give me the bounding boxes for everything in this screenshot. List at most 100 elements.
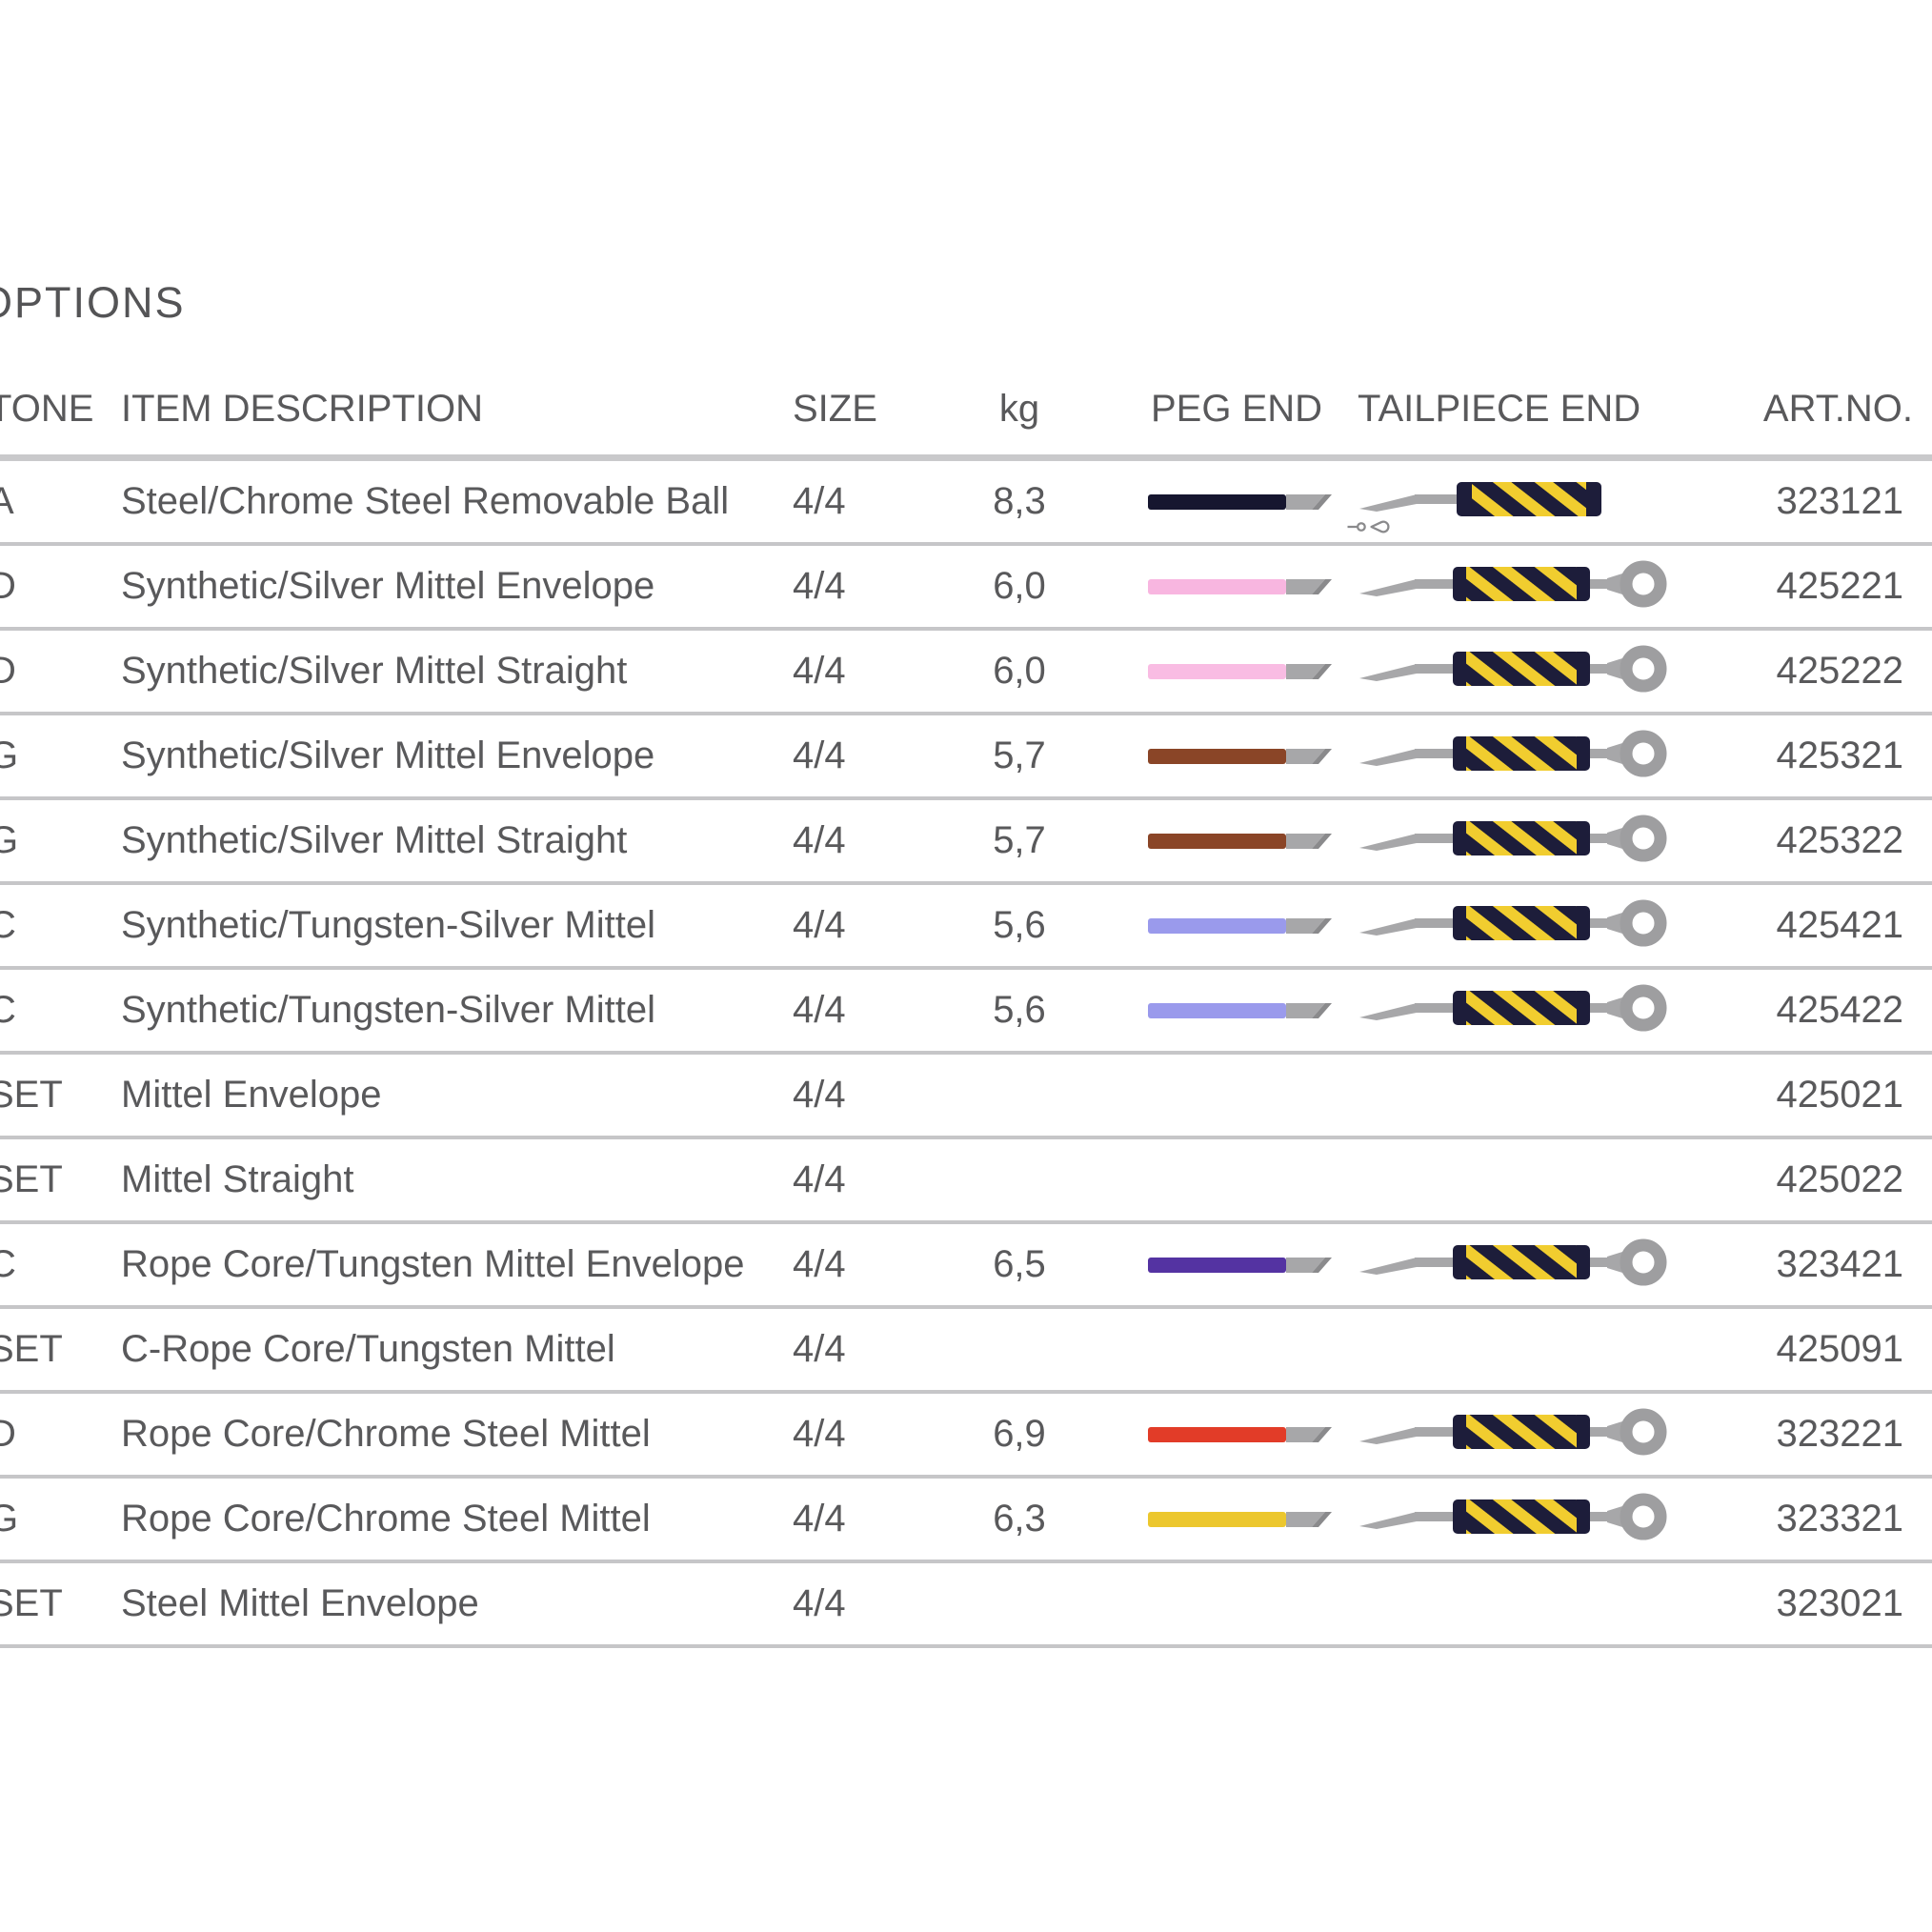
peg-end-string-icon	[1148, 631, 1334, 712]
art-no-cell: 425091	[1777, 1309, 1903, 1390]
kg-cell: 6,5	[972, 1224, 1067, 1305]
item-description-cell: C-Rope Core/Tungsten Mittel	[121, 1309, 615, 1390]
tailpiece-end-string-icon	[1358, 1394, 1668, 1475]
tailpiece-end-string-icon	[1358, 715, 1668, 796]
size-cell: 4/4	[793, 1139, 846, 1220]
kg-cell: 5,7	[972, 715, 1067, 796]
table-row: SET Mittel Straight 4/4 425022	[0, 1139, 1932, 1224]
kg-cell: 8,3	[972, 461, 1067, 542]
tone-cell: G	[0, 715, 18, 796]
peg-end-string-icon	[1148, 1055, 1334, 1136]
header-tone: TONE	[0, 385, 93, 433]
peg-end-string-icon	[1148, 1394, 1334, 1475]
tone-cell: SET	[0, 1309, 63, 1390]
tone-cell: SET	[0, 1055, 63, 1136]
size-cell: 4/4	[793, 546, 846, 627]
tone-cell: C	[0, 885, 16, 966]
table-row: G Synthetic/Silver Mittel Straight 4/4 5…	[0, 800, 1932, 885]
tone-cell: C	[0, 1224, 16, 1305]
tailpiece-end-string-icon	[1358, 970, 1668, 1051]
page-title: OPTIONS	[0, 278, 186, 328]
table-body: A Steel/Chrome Steel Removable Ball 4/4 …	[0, 461, 1932, 1648]
table-row: D Rope Core/Chrome Steel Mittel 4/4 6,9 …	[0, 1394, 1932, 1479]
kg-cell	[972, 1563, 1067, 1644]
tone-cell: D	[0, 546, 16, 627]
header-size: SIZE	[793, 385, 877, 433]
table-row: SET Mittel Envelope 4/4 425021	[0, 1055, 1932, 1139]
size-cell: 4/4	[793, 1479, 846, 1560]
tailpiece-end-string-icon	[1358, 1139, 1668, 1220]
kg-cell: 5,6	[972, 885, 1067, 966]
peg-end-string-icon	[1148, 1224, 1334, 1305]
size-cell: 4/4	[793, 970, 846, 1051]
table-row: C Synthetic/Tungsten-Silver Mittel 4/4 5…	[0, 970, 1932, 1055]
item-description-cell: Synthetic/Silver Mittel Straight	[121, 800, 627, 881]
tone-cell: D	[0, 1394, 16, 1475]
removable-ball-icon	[1346, 688, 1394, 705]
size-cell: 4/4	[793, 800, 846, 881]
tailpiece-end-string-icon	[1358, 1055, 1668, 1136]
removable-ball-icon	[1346, 773, 1394, 790]
tailpiece-end-string-icon	[1358, 800, 1668, 881]
peg-end-string-icon	[1148, 715, 1334, 796]
tone-cell: C	[0, 970, 16, 1051]
tailpiece-end-string-icon	[1358, 1309, 1668, 1390]
tone-cell: SET	[0, 1563, 63, 1644]
art-no-cell: 425222	[1777, 631, 1903, 712]
removable-ball-icon	[1346, 1366, 1394, 1383]
item-description-cell: Synthetic/Silver Mittel Envelope	[121, 546, 654, 627]
item-description-cell: Rope Core/Chrome Steel Mittel	[121, 1394, 651, 1475]
size-cell: 4/4	[793, 1563, 846, 1644]
kg-cell: 6,3	[972, 1479, 1067, 1560]
table-row: G Rope Core/Chrome Steel Mittel 4/4 6,3 …	[0, 1479, 1932, 1563]
kg-cell: 6,0	[972, 631, 1067, 712]
header-kg: kg	[972, 385, 1067, 433]
size-cell: 4/4	[793, 1394, 846, 1475]
item-description-cell: Synthetic/Silver Mittel Straight	[121, 631, 627, 712]
removable-ball-icon	[1346, 518, 1394, 535]
removable-ball-icon	[1346, 1197, 1394, 1214]
kg-cell: 5,7	[972, 800, 1067, 881]
size-cell: 4/4	[793, 1309, 846, 1390]
item-description-cell: Steel/Chrome Steel Removable Ball	[121, 461, 729, 542]
tailpiece-end-string-icon	[1358, 1563, 1668, 1644]
header-item-description: ITEM DESCRIPTION	[121, 385, 483, 433]
removable-ball-icon	[1346, 1620, 1394, 1638]
art-no-cell: 425221	[1777, 546, 1903, 627]
tone-cell: SET	[0, 1139, 63, 1220]
art-no-cell: 323421	[1777, 1224, 1903, 1305]
kg-cell	[972, 1309, 1067, 1390]
table-row: C Synthetic/Tungsten-Silver Mittel 4/4 5…	[0, 885, 1932, 970]
removable-ball-icon	[1346, 1027, 1394, 1044]
peg-end-string-icon	[1148, 1139, 1334, 1220]
removable-ball-icon	[1346, 1112, 1394, 1129]
size-cell: 4/4	[793, 631, 846, 712]
tailpiece-end-string-icon	[1358, 1224, 1668, 1305]
item-description-cell: Steel Mittel Envelope	[121, 1563, 479, 1644]
table-row: SET C-Rope Core/Tungsten Mittel 4/4 4250…	[0, 1309, 1932, 1394]
removable-ball-icon	[1346, 1536, 1394, 1553]
table-row: SET Steel Mittel Envelope 4/4 323021	[0, 1563, 1932, 1648]
table-header-row: TONE ITEM DESCRIPTION SIZE kg PEG END TA…	[0, 385, 1932, 433]
removable-ball-icon	[1346, 942, 1394, 959]
item-description-cell: Rope Core/Tungsten Mittel Envelope	[121, 1224, 744, 1305]
art-no-cell: 425322	[1777, 800, 1903, 881]
header-tailpiece-end: TAILPIECE END	[1358, 385, 1640, 433]
art-no-cell: 425022	[1777, 1139, 1903, 1220]
item-description-cell: Synthetic/Tungsten-Silver Mittel	[121, 885, 655, 966]
art-no-cell: 425021	[1777, 1055, 1903, 1136]
header-art-no: ART.NO.	[1763, 385, 1913, 433]
peg-end-string-icon	[1148, 546, 1334, 627]
catalog-page: OPTIONS TONE ITEM DESCRIPTION SIZE kg PE…	[0, 0, 1932, 1932]
table-row: C Rope Core/Tungsten Mittel Envelope 4/4…	[0, 1224, 1932, 1309]
tailpiece-end-string-icon	[1358, 631, 1668, 712]
art-no-cell: 323321	[1777, 1479, 1903, 1560]
tone-cell: D	[0, 631, 16, 712]
size-cell: 4/4	[793, 715, 846, 796]
peg-end-string-icon	[1148, 1309, 1334, 1390]
peg-end-string-icon	[1148, 1563, 1334, 1644]
tailpiece-end-string-icon	[1358, 885, 1668, 966]
table-row: G Synthetic/Silver Mittel Envelope 4/4 5…	[0, 715, 1932, 800]
table-row: A Steel/Chrome Steel Removable Ball 4/4 …	[0, 461, 1932, 546]
kg-cell	[972, 1055, 1067, 1136]
